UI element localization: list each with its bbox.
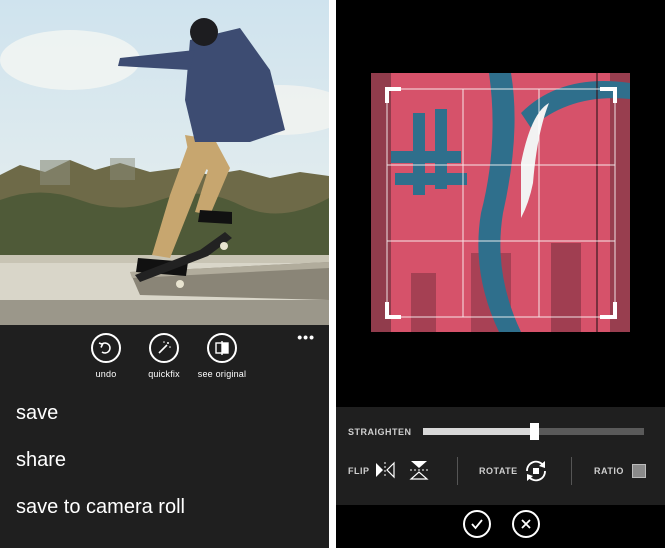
divider (571, 457, 572, 485)
accept-button[interactable] (463, 510, 491, 538)
straighten-label: STRAIGHTEN (348, 427, 412, 437)
photo-editor-screen: undo quickfix see original ••• save shar… (0, 0, 329, 548)
see-original-button[interactable]: see original (190, 333, 254, 379)
slider-rest (533, 428, 644, 435)
flip-horizontal-icon (376, 461, 395, 479)
skateboard-photo (0, 0, 329, 325)
undo-label: undo (95, 369, 117, 379)
ratio-button[interactable] (632, 464, 646, 478)
slider-fill (423, 428, 534, 435)
more-options-button[interactable]: ••• (297, 329, 315, 345)
menu-item-save[interactable]: save (0, 390, 329, 437)
flip-vertical-button[interactable] (409, 459, 429, 486)
crop-tools-panel: STRAIGHTEN FLIP ROTATE RATIO (336, 407, 665, 505)
menu-item-save-to-camera-roll[interactable]: save to camera roll (0, 484, 329, 531)
app-bar-menu: save share save to camera roll (0, 390, 329, 531)
magic-wand-icon (149, 333, 179, 363)
compare-icon (207, 333, 237, 363)
rotate-label: ROTATE (479, 466, 518, 476)
quickfix-button[interactable]: quickfix (132, 333, 196, 379)
crop-screen: STRAIGHTEN FLIP ROTATE RATIO (336, 0, 665, 548)
confirm-bar (336, 505, 665, 548)
slider-thumb[interactable] (529, 423, 539, 440)
crop-canvas[interactable] (371, 73, 630, 332)
ratio-label: RATIO (594, 466, 624, 476)
flip-horizontal-button[interactable] (374, 461, 396, 484)
close-icon (521, 519, 531, 529)
undo-button[interactable]: undo (74, 333, 138, 379)
rotate-button[interactable] (523, 458, 549, 489)
straighten-slider[interactable] (423, 423, 644, 440)
see-original-label: see original (197, 369, 247, 379)
quickfix-label: quickfix (148, 369, 180, 379)
flip-label: FLIP (348, 466, 370, 476)
menu-item-share[interactable]: share (0, 437, 329, 484)
checkmark-icon (471, 519, 483, 530)
rotate-icon (526, 460, 546, 482)
flip-vertical-icon (409, 461, 429, 480)
app-bar: undo quickfix see original ••• (0, 325, 329, 390)
undo-icon (91, 333, 121, 363)
divider (457, 457, 458, 485)
cancel-button[interactable] (512, 510, 540, 538)
